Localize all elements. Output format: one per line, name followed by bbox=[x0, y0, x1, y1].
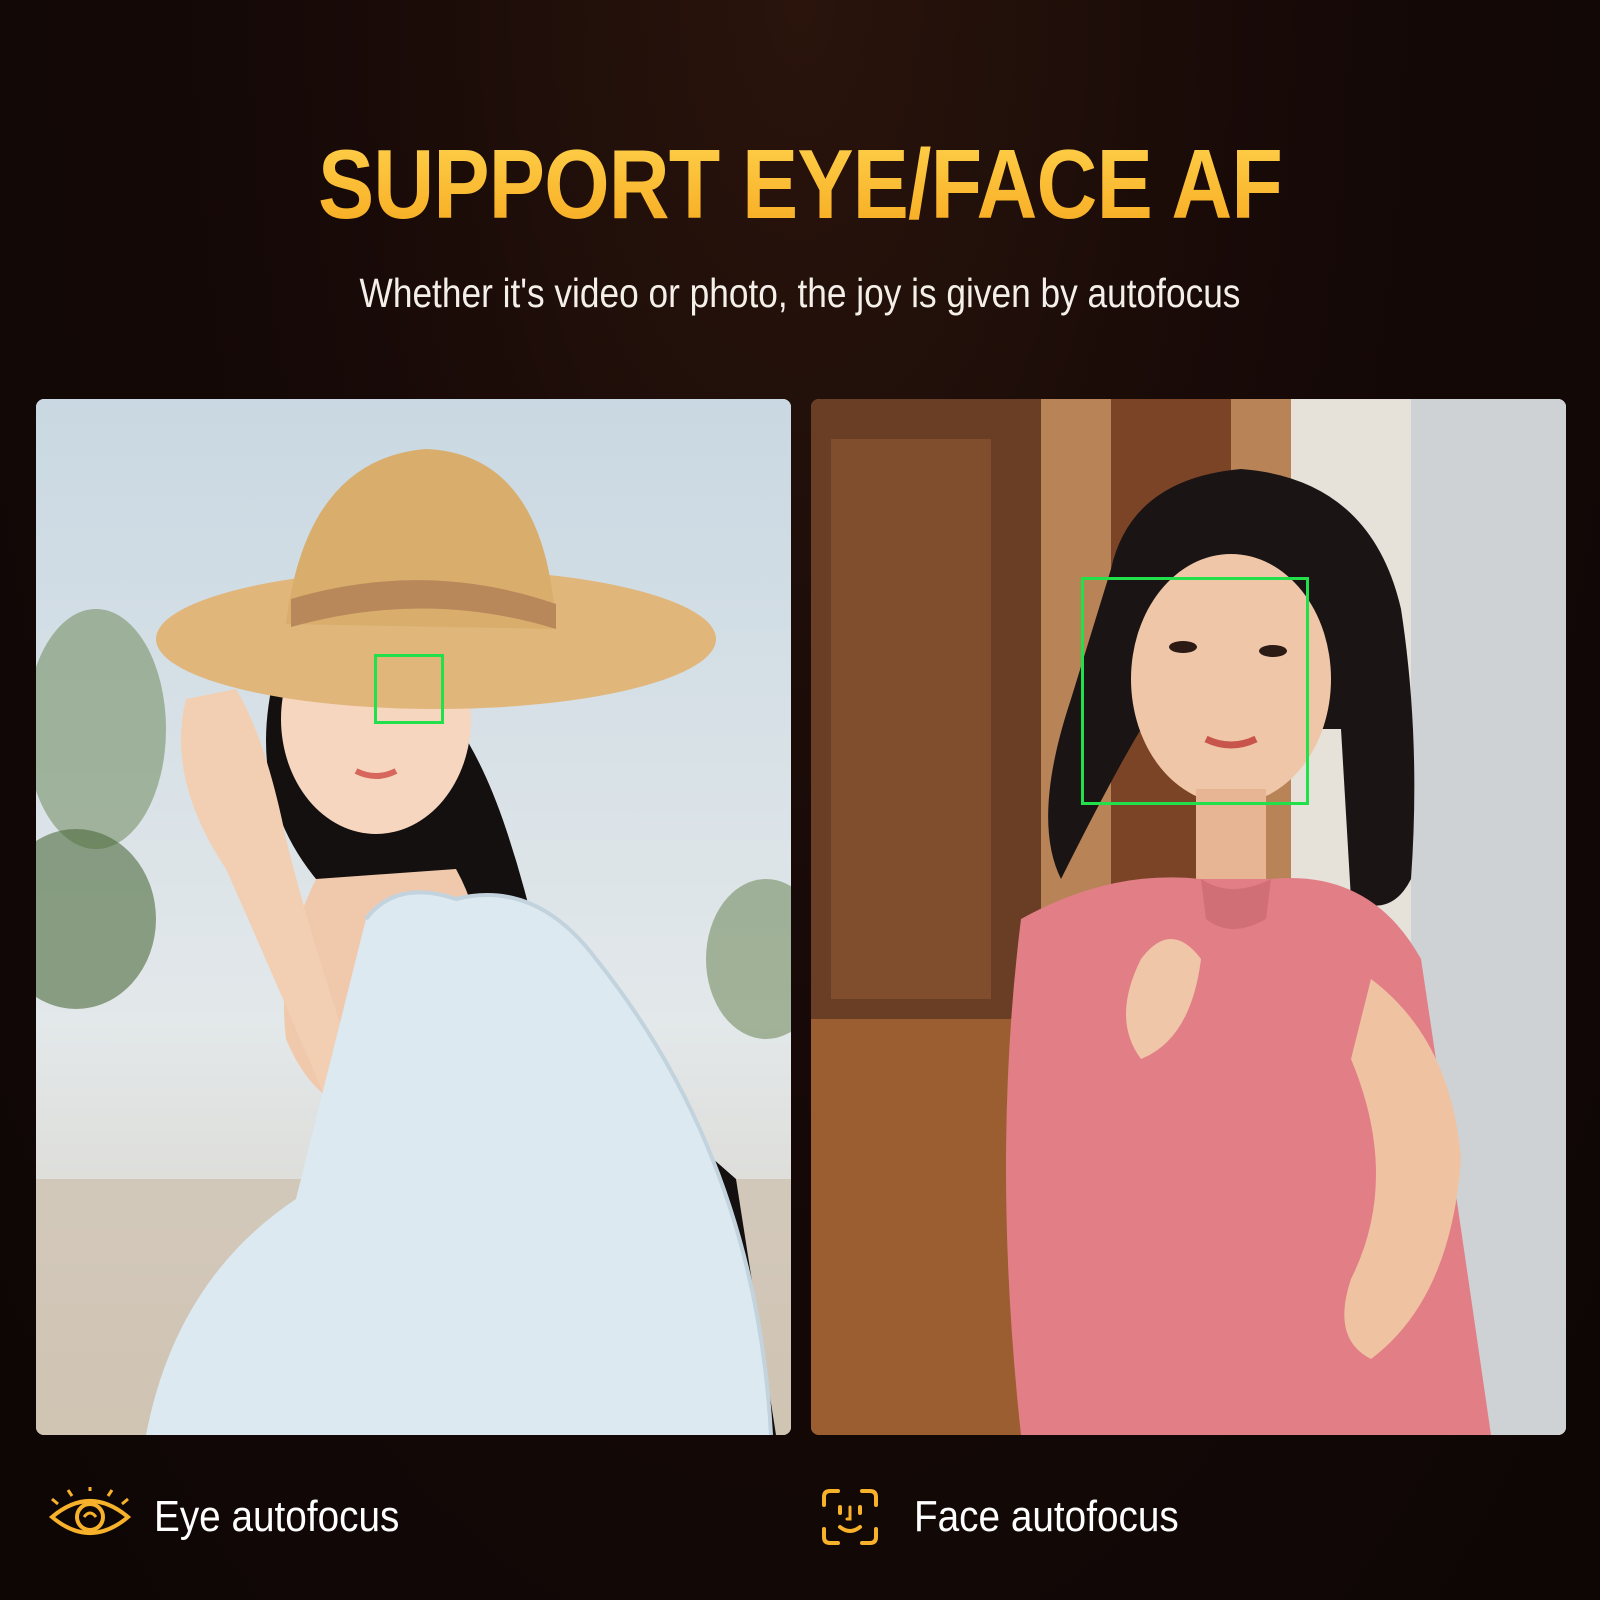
eye-af-photo-illustration bbox=[36, 399, 791, 1435]
feature-label-face: Face autofocus bbox=[914, 1492, 1179, 1541]
eye-icon bbox=[48, 1487, 132, 1547]
eye-focus-box bbox=[374, 654, 444, 724]
face-af-photo-illustration bbox=[811, 399, 1566, 1435]
feature-eye-autofocus: Eye autofocus bbox=[48, 1482, 433, 1552]
eye-af-photo bbox=[36, 399, 791, 1435]
feature-face-autofocus: Face autofocus bbox=[820, 1482, 1215, 1552]
face-af-photo bbox=[811, 399, 1566, 1435]
face-focus-box bbox=[1081, 577, 1309, 805]
headline: SUPPORT EYE/FACE AF bbox=[112, 128, 1488, 241]
face-scan-icon bbox=[820, 1487, 880, 1547]
feature-label-eye: Eye autofocus bbox=[154, 1492, 400, 1541]
subtitle: Whether it's video or photo, the joy is … bbox=[359, 270, 1241, 316]
